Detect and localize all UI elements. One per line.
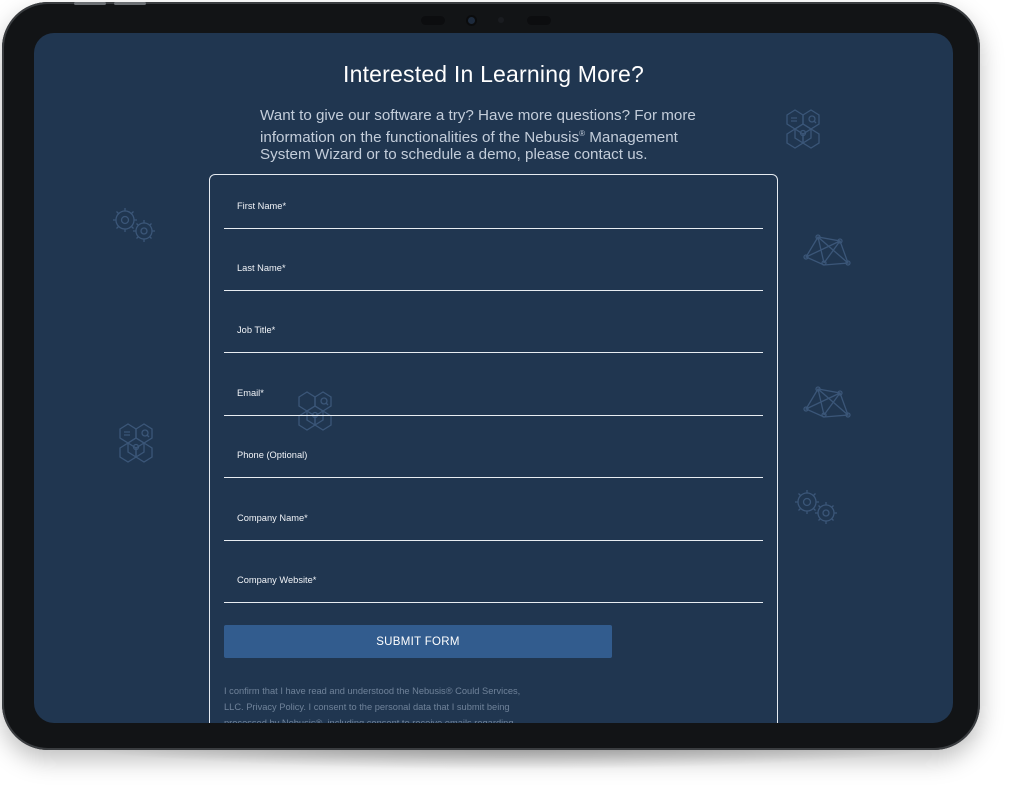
company-website-field[interactable]: Company Website* <box>224 549 763 603</box>
page-title: Interested In Learning More? <box>343 61 644 87</box>
intro-text: Want to give our software a try? Have mo… <box>260 107 730 164</box>
camera-icon <box>468 16 475 24</box>
company-name-label: Company Name* <box>237 513 308 523</box>
sensor <box>498 17 504 23</box>
submit-button[interactable]: SUBMIT FORM <box>224 625 612 658</box>
phone-label: Phone (Optional) <box>237 450 308 460</box>
first-name-field[interactable]: First Name* <box>224 175 763 229</box>
consent-text: I confirm that I have read and understoo… <box>224 686 521 723</box>
company-name-field[interactable]: Company Name* <box>224 487 763 541</box>
camera-housing <box>421 14 551 26</box>
sensor <box>421 15 445 25</box>
hexagon-cluster-icon <box>119 423 153 463</box>
last-name-field[interactable]: Last Name* <box>224 237 763 291</box>
screen: Interested In Learning More? Want to giv… <box>34 33 953 723</box>
company-website-label: Company Website* <box>237 575 317 585</box>
contact-form: First Name* Last Name* Job Title* Email*… <box>209 174 778 723</box>
gears-icon <box>795 490 837 524</box>
network-diagram-icon <box>803 386 851 418</box>
volume-button <box>74 2 106 5</box>
email-label: Email* <box>237 388 264 398</box>
job-title-label: Job Title* <box>237 325 276 335</box>
network-diagram-icon <box>803 234 851 266</box>
first-name-label: First Name* <box>237 201 287 211</box>
volume-button <box>114 2 146 5</box>
sensor <box>527 15 551 25</box>
phone-field[interactable]: Phone (Optional) <box>224 424 763 478</box>
email-field[interactable]: Email* <box>224 362 763 416</box>
last-name-label: Last Name* <box>237 263 286 273</box>
tablet-frame: Interested In Learning More? Want to giv… <box>2 2 980 750</box>
job-title-field[interactable]: Job Title* <box>224 299 763 353</box>
gears-icon <box>113 208 155 242</box>
hexagon-cluster-icon <box>786 109 820 149</box>
